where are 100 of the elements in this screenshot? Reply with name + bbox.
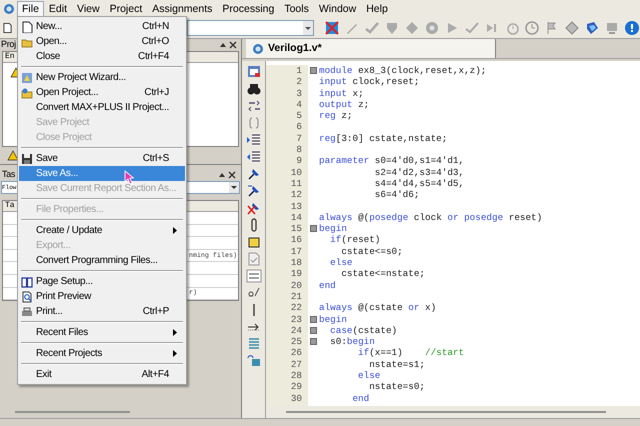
chip-icon[interactable] (564, 20, 580, 36)
code-line: reg z; (319, 110, 354, 122)
menu-item[interactable]: Edit (44, 1, 72, 17)
menu-item[interactable]: Open... Ctrl+O (19, 34, 185, 49)
line-number: 2 (296, 76, 302, 88)
menu-item[interactable]: Processing (217, 1, 280, 17)
menu-item[interactable]: Recent Projects (19, 346, 185, 361)
fold-marker-icon[interactable] (310, 326, 316, 334)
menu-item[interactable]: Tools (279, 1, 314, 17)
bookmark-pin-icon[interactable] (246, 183, 262, 199)
line-number: 1 (296, 65, 302, 76)
code-line: always @(posedge clock or posedge reset) (319, 212, 544, 224)
code-line: nstate=s0; (368, 381, 426, 393)
panel-buttons-icon[interactable] (218, 171, 236, 179)
line-number: 24 (290, 324, 302, 336)
code-line: s0:begin (329, 336, 376, 348)
code-line: s6=4'd6; (374, 189, 420, 201)
line-number: 20 (290, 280, 302, 291)
menu-item[interactable]: Print Preview (19, 289, 185, 304)
code-line: end (319, 280, 337, 291)
code-line: cstate<=s0; (340, 246, 404, 258)
fold-marker-icon[interactable] (310, 67, 316, 74)
new-file-icon[interactable] (3, 22, 12, 34)
scrollbar-thumb[interactable] (286, 411, 606, 413)
new-file-icon (21, 20, 33, 32)
check-icon[interactable] (364, 20, 380, 36)
line-number: 14 (290, 212, 302, 224)
line-number: 3 (296, 88, 302, 99)
line-numbers-icon[interactable] (246, 268, 262, 284)
binoculars-icon[interactable] (246, 81, 262, 97)
line-number: 10 (290, 166, 302, 178)
line-number: 17 (290, 246, 302, 258)
print-preview-icon (21, 290, 33, 302)
menu-item[interactable]: Convert MAX+PLUS II Project... (19, 100, 185, 115)
submenu-arrow-icon (173, 329, 177, 336)
code-line: output z; (319, 98, 370, 110)
menu-item[interactable]: Save Ctrl+S (19, 151, 185, 166)
fold-marker-icon[interactable] (310, 225, 316, 232)
menu-item[interactable]: Assignments (147, 1, 218, 17)
menu-item[interactable]: Print... Ctrl+P (19, 304, 185, 319)
menu-item[interactable]: View (72, 1, 105, 17)
compiler-icon[interactable] (324, 20, 340, 36)
menu-item[interactable]: Create / Update (19, 223, 185, 238)
panel-buttons-icon[interactable] (219, 41, 237, 49)
menu-item[interactable]: Convert Programming Files... (19, 253, 185, 268)
panel-title: Tas (2, 168, 16, 182)
code-line: case(cstate) (329, 324, 398, 336)
line-number: 12 (290, 189, 302, 201)
line-number: 16 (290, 234, 302, 246)
line-number: 19 (290, 268, 302, 280)
line-number: 25 (290, 336, 302, 348)
line-number: 28 (290, 370, 302, 382)
help-icon[interactable] (624, 20, 640, 36)
warning-icon[interactable] (7, 150, 19, 161)
code-line: if(reset) (329, 234, 382, 246)
menu-item[interactable]: New Project Wizard... (19, 70, 185, 85)
column-header: En (4, 51, 15, 63)
submenu-arrow-icon (173, 227, 177, 234)
line-number: 6 (296, 121, 302, 133)
window-icon[interactable] (246, 64, 262, 80)
menu-item[interactable]: Window (314, 1, 362, 17)
menu-item[interactable]: Page Setup... (19, 274, 185, 289)
menu-item[interactable]: Save As... (19, 166, 185, 181)
menu-item[interactable]: Help (361, 1, 393, 17)
menu-item[interactable]: Project (104, 1, 148, 17)
wizard-icon (21, 72, 33, 84)
programmer-icon[interactable] (584, 20, 600, 36)
submenu-arrow-icon (173, 350, 177, 357)
line-number: 5 (296, 110, 302, 122)
fold-marker-icon[interactable] (310, 338, 316, 346)
book-icon (21, 276, 33, 288)
menu-item[interactable]: Open Project... Ctrl+J (19, 85, 185, 100)
line-number: 30 (290, 392, 302, 404)
menu-item[interactable]: File (17, 1, 44, 17)
fold-marker-icon[interactable] (310, 316, 316, 323)
code-line: else (329, 257, 354, 268)
replace-icon[interactable] (246, 98, 262, 114)
line-number: 29 (290, 381, 302, 393)
menu-item[interactable]: Close Ctrl+F4 (19, 49, 185, 64)
file-tab-icon (252, 42, 264, 54)
menu-item[interactable]: Recent Files (19, 325, 185, 340)
combo-field[interactable] (187, 20, 314, 36)
line-number: 22 (290, 302, 302, 314)
code-line: input clock,reset; (319, 76, 420, 88)
panel-title: Proj (1, 38, 16, 52)
app-icon[interactable] (3, 3, 15, 15)
bookmark-pin-icon[interactable] (246, 166, 262, 182)
document-check-icon[interactable] (246, 251, 262, 267)
menu-item[interactable]: Exit Alt+F4 (19, 367, 185, 382)
line-number: 7 (296, 132, 302, 144)
editor-tab[interactable]: Verilog1.v* (246, 39, 496, 58)
scrollbar-thumb[interactable] (15, 411, 130, 413)
line-number: 4 (296, 98, 302, 110)
bookmark-remove-icon[interactable] (246, 200, 262, 216)
code-line: module ex8_3(clock,reset,x,z); (319, 65, 488, 76)
code-line: else (357, 370, 382, 382)
menu-item[interactable]: New... Ctrl+N (19, 19, 185, 34)
open-project-icon (21, 86, 33, 98)
printer-icon (21, 306, 33, 318)
code-line: s4=4'd4,s5=4'd5, (374, 178, 466, 190)
